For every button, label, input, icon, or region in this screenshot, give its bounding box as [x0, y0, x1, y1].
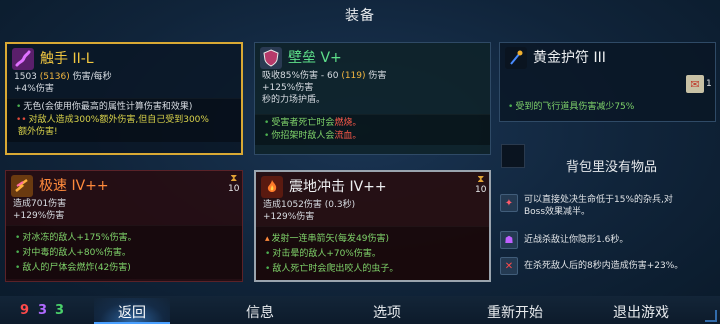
weapon-bonus: +4%伤害 [14, 84, 54, 94]
amulet-effect: • 受到的飞行道具伤害减少75% [508, 102, 635, 112]
damage-buff-icon: ✕ [500, 257, 518, 275]
effect-line: • 敌人死亡时会爬出咬人的虫子。 [265, 264, 399, 274]
weapon-bonus: +129%伤害 [13, 211, 65, 221]
effect-line: • 你招架时敌人会流血。 [264, 130, 362, 141]
skill-effects: ▴ 发射一连串箭矢(每发49伤害) • 对击晕的敌人+70%伤害。 • 敌人死亡时会爬… [256, 226, 489, 280]
weapon-effects: • 对冰冻的敌人+175%伤害。 • 对中毒的敌人+80%伤害。 • 敌人的尸体会燃炸… [6, 225, 242, 279]
effect-line: • 敌人的尸体会燃炸(42伤害) [15, 263, 131, 273]
skill-effects: • 受害者死亡时会燃烧。 • 你招架时敌人会流血。 [255, 114, 490, 145]
scroll-count-survival: 3 [55, 303, 65, 318]
corner-decoration [705, 310, 717, 322]
amulet-icon [505, 46, 527, 69]
buff-text: 在杀死敌人后的8秒内造成伤害+23%。 [524, 261, 684, 271]
amulet-slot[interactable]: 黄金护符 III ✉ 1 • 受到的飞行道具伤害减少75% [499, 42, 716, 122]
stealth-icon: ☗ [500, 231, 518, 249]
weapon-slot-primary[interactable]: 触手 II-L 1503 (5136) 伤害/每秒 +4%伤害 • 无色(会使用你… [5, 42, 243, 155]
cooldown-indicator: ⧗ 10 [475, 174, 487, 196]
execute-icon: ✦ [500, 194, 518, 212]
cooldown-indicator: ⧗ 10 [228, 173, 240, 195]
effect-line: 额外伤害! [18, 127, 58, 137]
skill-bonus: +125%伤害 [262, 83, 314, 93]
effect-line: • 对中毒的敌人+80%伤害。 [15, 248, 131, 258]
inventory-empty-label: 背包里没有物品 [566, 160, 658, 175]
page-title: 装备 [345, 8, 375, 24]
menu-back[interactable]: 返回 [94, 302, 170, 322]
buff-text: Boss效果减半。 [524, 207, 591, 217]
weapon-damage: 造成701伤害 [13, 199, 67, 209]
shield-icon [260, 46, 282, 69]
scroll-count-tactics: 3 [38, 303, 48, 318]
menu-options[interactable]: 选项 [352, 302, 422, 322]
effect-line: • 对冰冻的敌人+175%伤害。 [15, 233, 137, 243]
ground-slam-icon [261, 175, 283, 198]
effect-line: •• 对敌人造成300%额外伤害,但自己受到300% [16, 114, 209, 125]
weapon-slot-secondary[interactable]: 极速 IV++ ⧗ 10 造成701伤害 +129%伤害 • 对冰冻的敌人+175… [5, 170, 243, 282]
buff-text: 可以直接处决生命低于15%的杂兵,对 [524, 195, 673, 205]
buff-text: 近战杀敌让你隐形1.6秒。 [524, 235, 629, 245]
charm-icon: ✉ [686, 75, 704, 93]
menu-quit[interactable]: 退出游戏 [598, 302, 684, 322]
skill-slot-1[interactable]: 壁垒 V+ 吸收85%伤害 - 60 (119) 伤害 +125%伤害 秒的力场… [254, 42, 491, 155]
buff-item[interactable]: ✦ 可以直接处决生命低于15%的杂兵,对 Boss效果减半。 [500, 194, 673, 218]
effect-line: • 受害者死亡时会燃烧。 [264, 118, 362, 128]
amulet-name: 黄金护符 III [533, 49, 606, 66]
buff-item[interactable]: ✕ 在杀死敌人后的8秒内造成伤害+23%。 [500, 257, 683, 275]
speed-icon [11, 174, 33, 197]
effect-line: • 对击晕的敌人+70%伤害。 [265, 249, 381, 259]
skill-slot-2[interactable]: 震地冲击 IV++ ⧗ 10 造成1052伤害 (0.3秒) +129%伤害 ▴… [254, 170, 491, 282]
scroll-count-brutality: 9 [20, 303, 30, 318]
weapon-dps: 1503 (5136) 伤害/每秒 [14, 72, 112, 82]
charm-count: 1 [706, 79, 712, 89]
skill-stat: 造成1052伤害 (0.3秒) [263, 200, 356, 210]
inventory-slot-icon[interactable] [501, 144, 525, 168]
buff-item[interactable]: ☗ 近战杀敌让你隐形1.6秒。 [500, 231, 628, 249]
skill-name: 震地冲击 IV++ [289, 178, 387, 195]
effect-line: ▴ 发射一连串箭矢(每发49伤害) [265, 234, 390, 244]
menu-restart[interactable]: 重新开始 [470, 302, 560, 322]
weapon-effects: • 无色(会使用你最高的属性计算伤害和效果) •• 对敌人造成300%额外伤害,但自… [7, 98, 241, 142]
effect-line: • 无色(会使用你最高的属性计算伤害和效果) [16, 102, 193, 112]
hourglass-icon: ⧗ [230, 173, 238, 184]
skill-name: 壁垒 V+ [288, 49, 342, 66]
weapon-name: 触手 II-L [40, 50, 94, 67]
skill-extra: 秒的力场护盾。 [262, 95, 326, 105]
skill-bonus: +129%伤害 [263, 212, 315, 222]
hourglass-icon: ⧗ [477, 174, 485, 185]
skill-stat: 吸收85%伤害 - 60 (119) 伤害 [262, 71, 387, 81]
tentacle-icon [12, 47, 34, 70]
weapon-name: 极速 IV++ [39, 177, 109, 194]
menu-info[interactable]: 信息 [225, 302, 295, 322]
